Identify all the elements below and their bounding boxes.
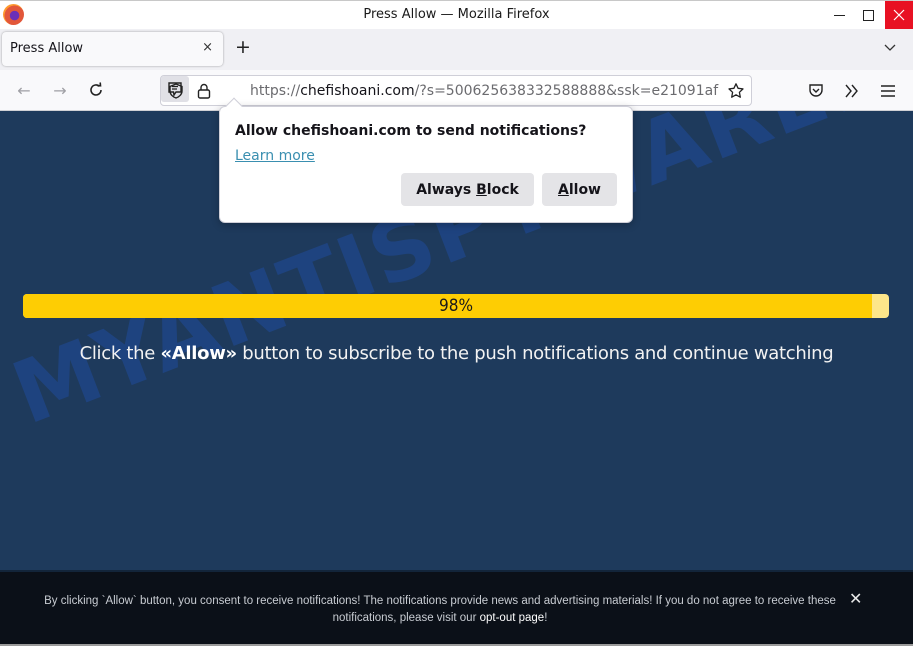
- list-all-tabs-chevron-down-icon[interactable]: [883, 40, 897, 54]
- maximize-icon: [862, 9, 874, 21]
- pocket-icon[interactable]: [807, 82, 825, 100]
- consent-banner: By clicking `Allow` button, you consent …: [0, 570, 913, 646]
- consent-end: !: [544, 612, 548, 624]
- instruction-text: Click the «Allow» button to subscribe to…: [0, 343, 913, 364]
- allow-label-post: llow: [568, 181, 601, 198]
- url-scheme: https://: [250, 83, 301, 99]
- maximize-button[interactable]: [851, 1, 885, 29]
- instruction-allow-emphasis: «Allow»: [160, 343, 237, 364]
- url-text[interactable]: https://chefishoani.com/?s=5006256383325…: [250, 83, 720, 99]
- hamburger-menu-icon[interactable]: [879, 82, 897, 100]
- tab-close-icon[interactable]: ×: [202, 40, 213, 55]
- consent-message: By clicking `Allow` button, you consent …: [44, 595, 836, 624]
- notification-chat-icon: [168, 82, 182, 97]
- block-label-pre: Always: [416, 181, 477, 198]
- navigation-bar: ← → https://chefishoani.com/?s=500625638…: [0, 70, 913, 111]
- instruction-before: Click the: [79, 343, 161, 364]
- close-icon: [893, 9, 905, 21]
- overflow-menu-chevrons-icon[interactable]: [843, 82, 861, 100]
- tab-press-allow[interactable]: Press Allow ×: [2, 32, 223, 66]
- minimize-icon: [833, 14, 845, 16]
- block-label-post: lock: [486, 181, 519, 198]
- url-host: chefishoani.com: [300, 83, 415, 99]
- bookmark-star-icon[interactable]: [727, 82, 745, 100]
- allow-accel-key: A: [558, 181, 569, 198]
- instruction-after: button to subscribe to the push notifica…: [236, 343, 834, 364]
- reload-button[interactable]: [86, 80, 106, 100]
- allow-button[interactable]: Allow: [542, 173, 617, 206]
- block-accel-key: B: [476, 181, 487, 198]
- new-tab-button[interactable]: +: [235, 38, 251, 57]
- tab-label: Press Allow: [10, 41, 84, 56]
- window-close-button[interactable]: [885, 1, 913, 29]
- popup-title: Allow chefishoani.com to send notificati…: [235, 123, 587, 139]
- title-bar: Press Allow — Mozilla Firefox: [0, 0, 913, 29]
- window-title: Press Allow — Mozilla Firefox: [363, 7, 550, 22]
- url-path: /?s=500625638332588888&ssk=e21091af: [414, 83, 719, 99]
- back-button[interactable]: ←: [14, 80, 34, 100]
- opt-out-link[interactable]: opt-out page: [480, 612, 545, 624]
- forward-button[interactable]: →: [50, 80, 70, 100]
- notification-permission-popup: Allow chefishoani.com to send notificati…: [219, 97, 633, 223]
- tab-strip: Press Allow × +: [0, 29, 913, 70]
- banner-close-icon[interactable]: ✕: [849, 589, 862, 608]
- learn-more-link[interactable]: Learn more: [235, 148, 315, 164]
- progress-label: 98%: [439, 296, 473, 316]
- reload-icon: [90, 82, 102, 96]
- progress-bar: 98%: [23, 294, 889, 318]
- consent-text: By clicking `Allow` button, you consent …: [40, 593, 840, 627]
- url-bar[interactable]: https://chefishoani.com/?s=5006256383325…: [160, 75, 752, 106]
- lock-icon[interactable]: [195, 82, 213, 100]
- always-block-button[interactable]: Always Block: [401, 173, 534, 206]
